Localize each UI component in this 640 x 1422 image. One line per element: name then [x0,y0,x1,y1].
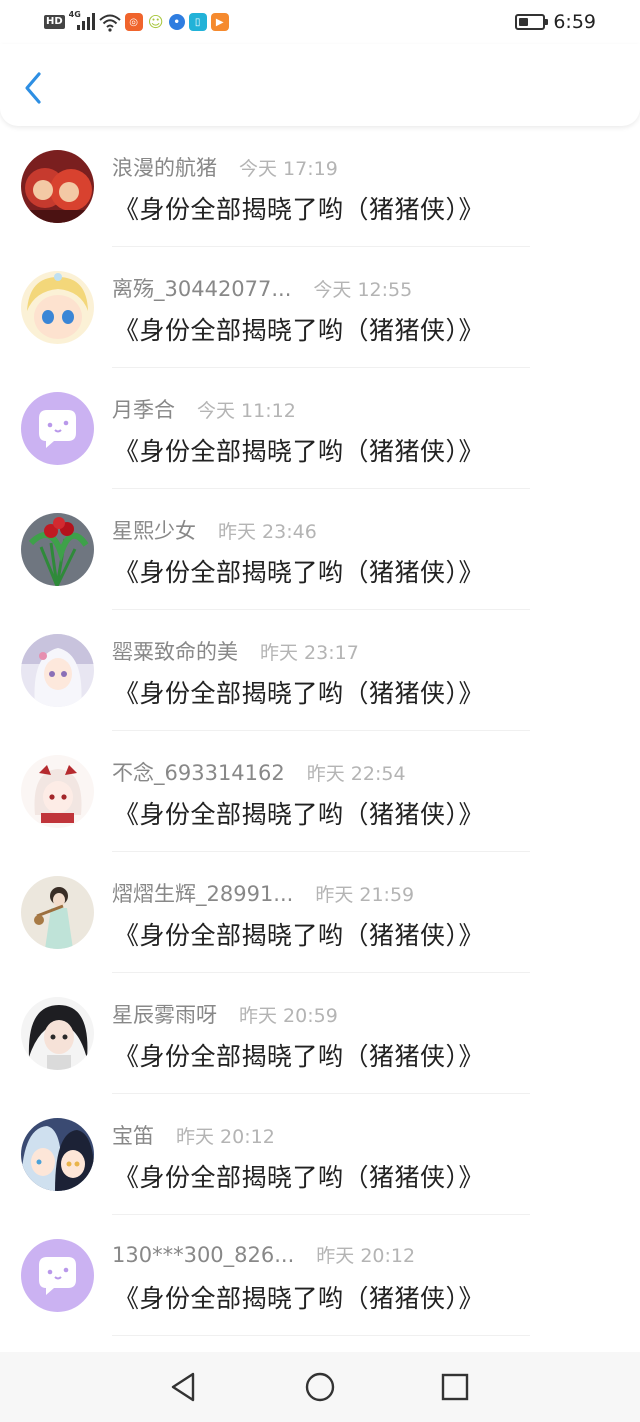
user-name[interactable]: 宝笛 [112,1120,154,1150]
post-title[interactable]: 《身份全部揭晓了哟（猪猪侠）》 [114,1158,484,1194]
list-item[interactable]: 离殇_30442077... 今天 12:55 《身份全部揭晓了哟（猪猪侠）》 [0,247,640,368]
avatar[interactable] [21,634,94,707]
list-item[interactable]: 宝笛 昨天 20:12 《身份全部揭晓了哟（猪猪侠）》 [0,1094,640,1215]
list-item[interactable]: 星辰雾雨呀 昨天 20:59 《身份全部揭晓了哟（猪猪侠）》 [0,973,640,1094]
avatar[interactable] [21,1118,94,1191]
list-item[interactable]: 不念_693314162 昨天 22:54 《身份全部揭晓了哟（猪猪侠）》 [0,731,640,852]
app-icon-cyan: ▯ [188,13,207,31]
nav-home-button[interactable] [302,1369,338,1405]
avatar[interactable] [21,150,94,223]
user-name[interactable]: 罂粟致命的美 [112,636,238,666]
list-item[interactable]: 星熙少女 昨天 23:46 《身份全部揭晓了哟（猪猪侠）》 [0,489,640,610]
timestamp: 昨天 21:59 [315,884,415,906]
list-item[interactable]: 罂粟致命的美 昨天 23:17 《身份全部揭晓了哟（猪猪侠）》 [0,610,640,731]
user-name[interactable]: 熠熠生辉_28991... [112,878,293,908]
post-title[interactable]: 《身份全部揭晓了哟（猪猪侠）》 [114,432,484,468]
list-item[interactable]: 130***300_826... 昨天 20:12 《身份全部揭晓了哟（猪猪侠）… [0,1215,640,1336]
timestamp: 昨天 20:59 [239,1005,338,1027]
wifi-icon [99,12,121,32]
status-time: 6:59 [553,11,596,33]
post-title[interactable]: 《身份全部揭晓了哟（猪猪侠）》 [114,311,484,347]
list-item[interactable]: 月季合 今天 11:12 《身份全部揭晓了哟（猪猪侠）》 [0,368,640,489]
status-bar: HD 4G ◎ ☺ • ▯ ▶ 6:59 [0,0,640,44]
avatar[interactable] [21,755,94,828]
post-title[interactable]: 《身份全部揭晓了哟（猪猪侠）》 [114,795,484,831]
post-title[interactable]: 《身份全部揭晓了哟（猪猪侠）》 [114,916,484,952]
timestamp: 昨天 23:46 [218,521,317,543]
triangle-back-icon [171,1372,195,1402]
timestamp: 昨天 20:12 [176,1126,275,1148]
chevron-left-icon [25,72,41,104]
user-name[interactable]: 浪漫的航猪 [112,152,217,182]
timestamp: 今天 12:55 [313,279,413,301]
list-item[interactable]: 浪漫的航猪 今天 17:19 《身份全部揭晓了哟（猪猪侠）》 [0,126,640,247]
nav-back-button[interactable] [165,1369,201,1405]
post-title[interactable]: 《身份全部揭晓了哟（猪猪侠）》 [114,1279,484,1315]
default-chat-avatar-icon[interactable] [21,392,94,465]
user-name[interactable]: 130***300_826... [112,1243,294,1267]
timestamp: 昨天 22:54 [306,763,406,785]
avatar[interactable] [21,876,94,949]
square-recents-icon [441,1373,469,1401]
user-name[interactable]: 月季合 [112,394,175,424]
battery-icon [515,14,549,30]
user-name[interactable]: 星辰雾雨呀 [112,999,217,1029]
app-icon-video: ▶ [210,13,229,31]
post-title[interactable]: 《身份全部揭晓了哟（猪猪侠）》 [114,1037,484,1073]
post-title[interactable]: 《身份全部揭晓了哟（猪猪侠）》 [114,553,484,589]
avatar[interactable] [21,513,94,586]
cellular-signal-icon: 4G [69,10,95,32]
app-icon-orange: ◎ [124,13,143,31]
avatar[interactable] [21,271,94,344]
post-title[interactable]: 《身份全部揭晓了哟（猪猪侠）》 [114,674,484,710]
hd-badge: HD [44,15,65,29]
app-icon-emoji: ☺ [147,13,164,31]
default-chat-avatar-icon[interactable] [21,1239,94,1312]
circle-home-icon [305,1372,335,1402]
timestamp: 今天 11:12 [197,400,296,422]
back-button[interactable] [18,70,48,106]
avatar[interactable] [21,997,94,1070]
user-name[interactable]: 离殇_30442077... [112,273,291,303]
nav-recents-button[interactable] [437,1369,473,1405]
top-app-bar [0,44,640,126]
timestamp: 今天 17:19 [239,158,338,180]
user-name[interactable]: 不念_693314162 [112,757,285,787]
list-item[interactable]: 熠熠生辉_28991... 昨天 21:59 《身份全部揭晓了哟（猪猪侠）》 [0,852,640,973]
system-navigation-bar [0,1352,640,1422]
timestamp: 昨天 20:12 [316,1245,416,1267]
user-name[interactable]: 星熙少女 [112,515,196,545]
timestamp: 昨天 23:17 [260,642,359,664]
share-list: 浪漫的航猪 今天 17:19 《身份全部揭晓了哟（猪猪侠）》 离殇_304420… [0,126,640,1352]
app-icon-blue: • [168,14,185,30]
post-title[interactable]: 《身份全部揭晓了哟（猪猪侠）》 [114,190,484,226]
